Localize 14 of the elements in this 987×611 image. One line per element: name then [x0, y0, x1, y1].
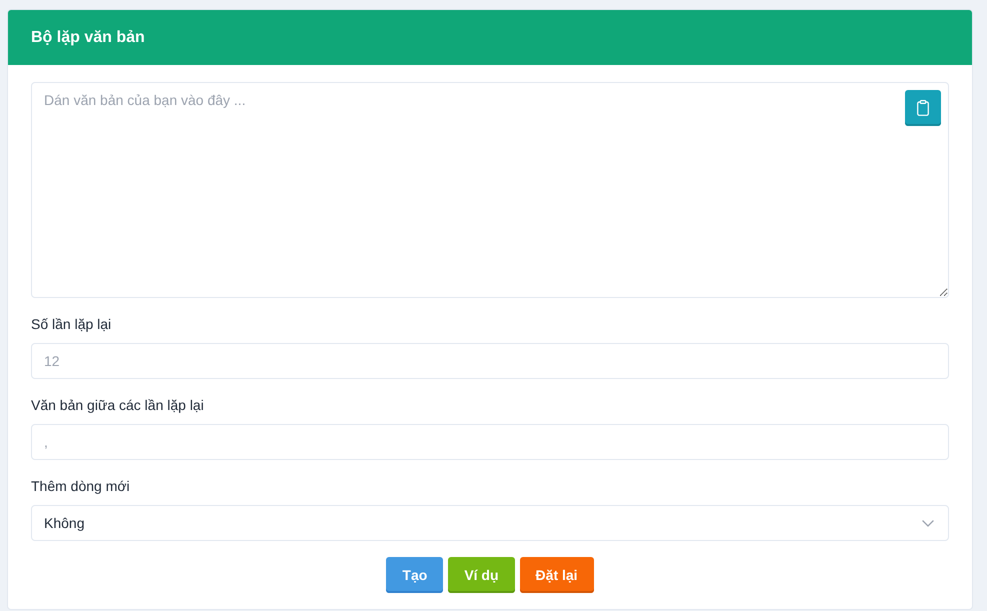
chevron-down-icon — [922, 520, 934, 526]
action-button[interactable]: Ví dụ — [448, 557, 515, 593]
action-button[interactable]: Đặt lại — [520, 557, 594, 593]
clipboard-icon — [917, 100, 929, 116]
text-area[interactable]: Dán văn bản của bạn vào đây ... — [31, 82, 949, 298]
input-field[interactable]: 12 — [31, 343, 949, 379]
input-field[interactable]: , — [31, 424, 949, 460]
field-label: Văn bản giữa các lần lặp lại — [31, 396, 204, 414]
field-label: Số lần lặp lại — [31, 315, 112, 333]
paste-button[interactable] — [905, 90, 941, 126]
header-title: Bộ lặp văn bản — [31, 28, 145, 46]
select-field[interactable]: Không — [31, 505, 949, 541]
field-label: Thêm dòng mới — [31, 477, 130, 495]
action-button[interactable]: Tạo — [386, 557, 444, 593]
